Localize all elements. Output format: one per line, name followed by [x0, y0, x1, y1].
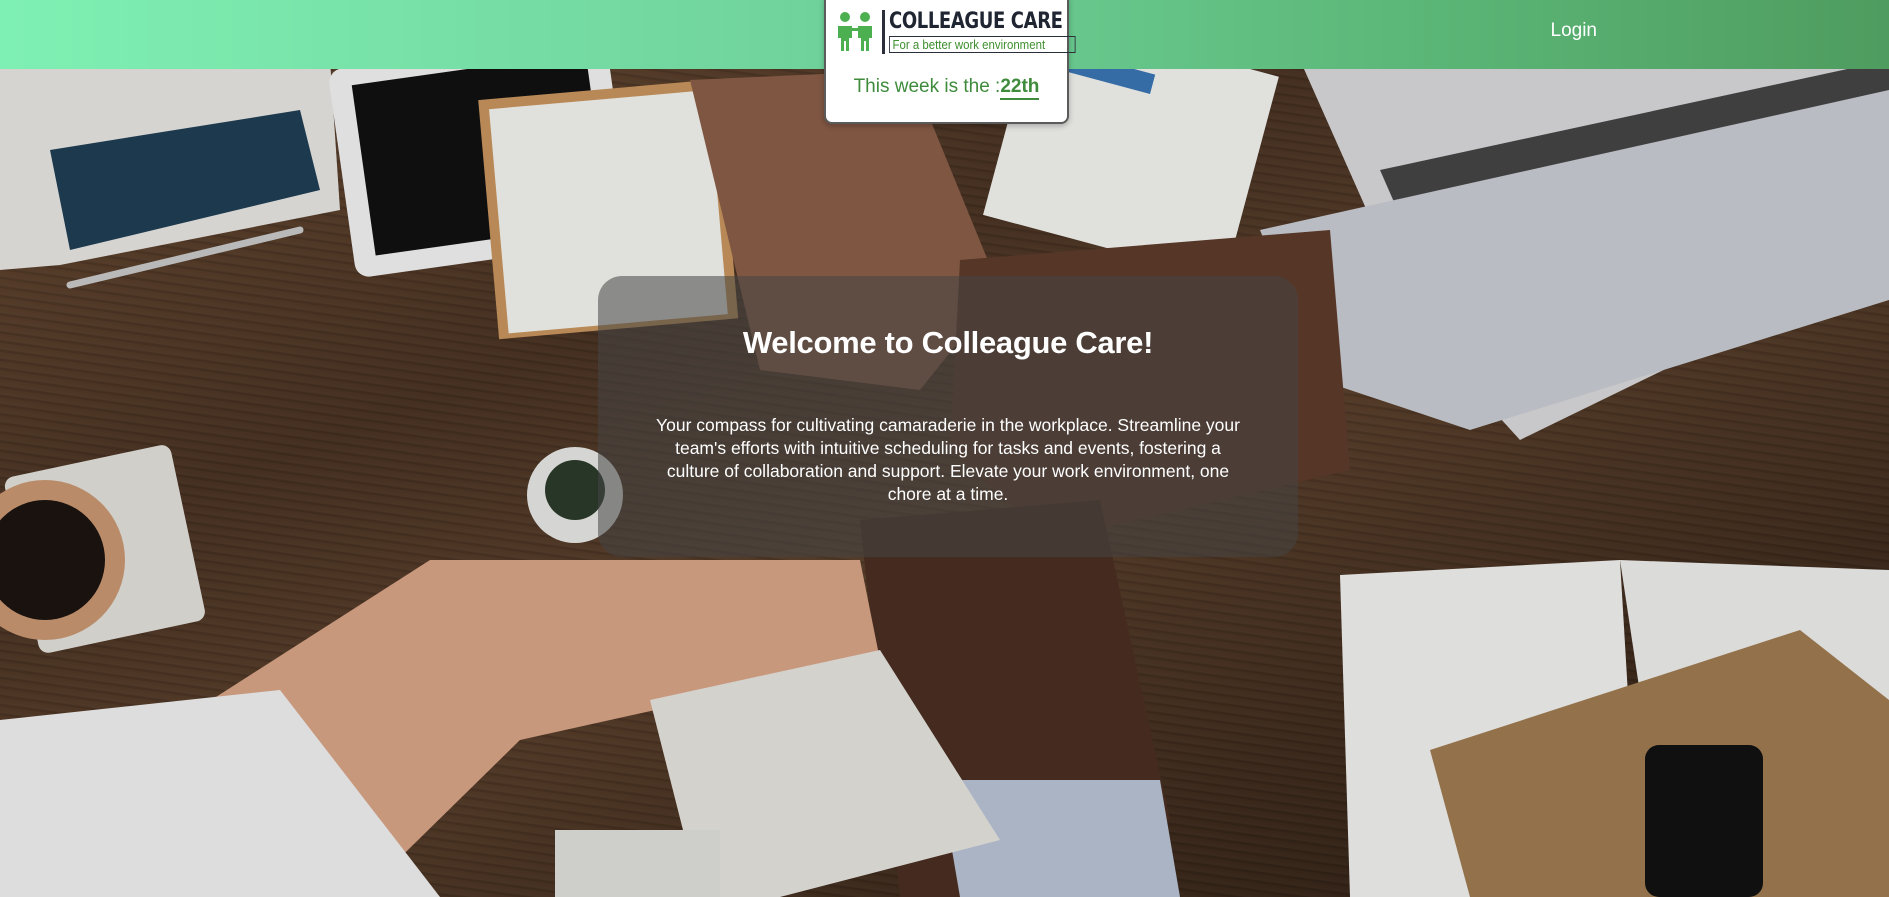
login-link[interactable]: Login — [1551, 20, 1598, 42]
logo-tagline: For a better work environment — [889, 36, 1076, 53]
logo-card: COLLEAGUE CARE For a better work environ… — [824, 0, 1076, 124]
two-people-holding-hands-icon — [838, 12, 872, 51]
week-label: This week is the : — [853, 76, 1001, 97]
logo[interactable]: COLLEAGUE CARE For a better work environ… — [834, 10, 1101, 54]
week-value: 22th — [1000, 76, 1040, 100]
logo-name: COLLEAGUE CARE — [889, 9, 1063, 34]
week-indicator: This week is the :22th — [826, 76, 1067, 100]
welcome-description: Your compass for cultivating camaraderie… — [656, 415, 1240, 504]
welcome-title: Welcome to Colleague Care! — [742, 325, 1154, 360]
logo-text: COLLEAGUE CARE For a better work environ… — [889, 10, 1101, 53]
welcome-card: Welcome to Colleague Care! Your compass … — [598, 276, 1298, 557]
logo-divider — [882, 10, 885, 54]
